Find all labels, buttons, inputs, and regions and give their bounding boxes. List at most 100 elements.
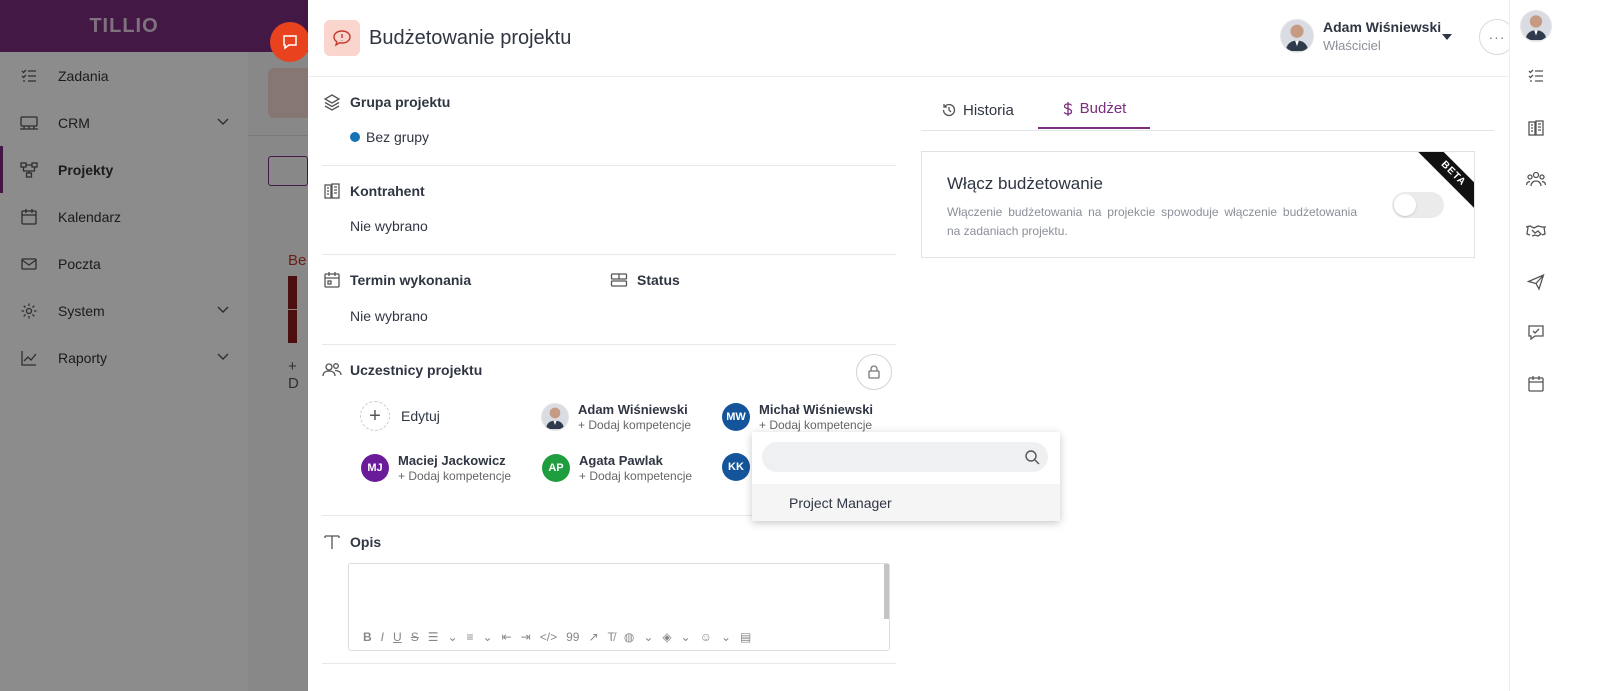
project-modal: Budżetowanie projektu Adam Wiśniewski Wł…	[308, 0, 1538, 691]
chat-bubble-icon	[324, 20, 360, 56]
add-competence-link[interactable]: + Dodaj kompetencje	[579, 469, 692, 483]
participant-name: Agata Pawlak	[579, 453, 663, 468]
avatar: MJ	[361, 454, 389, 482]
quote-button[interactable]: 99	[566, 630, 579, 644]
modal-header: Budżetowanie projektu Adam Wiśniewski Wł…	[308, 0, 1538, 77]
participant-item[interactable]: MW Michał Wiśniewski + Dodaj kompetencje	[722, 402, 873, 432]
numbered-list-button[interactable]: ≡	[467, 630, 474, 644]
participants-label: Uczestnicy projektu	[350, 362, 483, 378]
group-heading: Grupa projektu	[322, 92, 450, 112]
dollar-icon	[1062, 101, 1074, 117]
competence-dropdown: Project Manager	[752, 432, 1060, 521]
competence-search-input[interactable]	[762, 442, 1048, 472]
budget-card: Włącz budżetowanie Włączenie budżetowani…	[921, 151, 1475, 258]
strike-button[interactable]: S	[411, 630, 419, 644]
editor-scrollbar[interactable]	[884, 564, 889, 619]
participant-name: Adam Wiśniewski	[578, 402, 688, 417]
search-icon[interactable]	[1024, 449, 1040, 470]
building-icon	[322, 181, 342, 201]
status-icon	[609, 270, 629, 290]
handshake-icon[interactable]	[1524, 219, 1548, 243]
contractor-section: Kontrahent Nie wybrano	[322, 166, 896, 255]
avatar	[541, 403, 569, 431]
code-button[interactable]: </>	[540, 630, 557, 644]
participants-heading: Uczestnicy projektu	[322, 360, 482, 380]
contractor-heading: Kontrahent	[322, 181, 425, 201]
group-value[interactable]: Bez grupy	[350, 129, 429, 145]
participant-item[interactable]: KK	[722, 453, 750, 481]
participant-name: Michał Wiśniewski	[759, 402, 874, 417]
edit-participants-button[interactable]: + Edytuj	[360, 401, 440, 431]
chat-fab-button[interactable]	[270, 22, 310, 62]
indent-button[interactable]: ⇥	[521, 630, 531, 644]
text-color-button[interactable]: ◍	[624, 630, 634, 644]
calendar-icon	[322, 270, 342, 290]
bullet-list-button[interactable]: ☰	[428, 630, 439, 644]
lock-icon	[868, 365, 880, 379]
comment-check-icon[interactable]	[1524, 321, 1548, 345]
chevron-down-icon[interactable]: ⌄	[483, 630, 493, 644]
calendar-icon[interactable]	[1524, 372, 1548, 396]
budget-toggle[interactable]	[1392, 192, 1444, 218]
contractor-value[interactable]: Nie wybrano	[350, 218, 428, 234]
text-icon	[322, 532, 342, 552]
status-heading: Status	[609, 270, 680, 290]
deadline-heading: Termin wykonania	[322, 270, 471, 290]
deadline-status-section: Termin wykonania Status Nie wybrano	[322, 255, 896, 345]
avatar: AP	[542, 454, 570, 482]
tab-label: Budżet	[1079, 100, 1127, 117]
building-icon[interactable]	[1524, 116, 1548, 140]
paste-button[interactable]: ▤	[740, 630, 751, 644]
italic-button[interactable]: I	[381, 630, 384, 644]
clear-format-button[interactable]: T̸	[608, 630, 615, 644]
description-heading: Opis	[322, 532, 381, 552]
tab-historia[interactable]: Historia	[941, 90, 1014, 130]
user-name: Adam Wiśniewski	[1323, 19, 1442, 35]
deadline-label: Termin wykonania	[350, 272, 472, 288]
add-competence-link[interactable]: + Dodaj kompetencje	[759, 418, 873, 432]
group-section: Grupa projektu Bez grupy	[322, 77, 896, 166]
participant-item[interactable]: AP Agata Pawlak + Dodaj kompetencje	[542, 453, 692, 483]
tasks-icon[interactable]	[1524, 64, 1548, 88]
emoji-button[interactable]: ☺	[700, 630, 712, 644]
lock-participants-button[interactable]	[856, 354, 892, 390]
user-role: Właściciel	[1323, 38, 1381, 53]
budget-title: Włącz budżetowanie	[947, 174, 1103, 193]
chevron-down-icon[interactable]: ⌄	[681, 630, 691, 644]
link-button[interactable]: ↗	[588, 630, 598, 644]
send-icon[interactable]	[1524, 270, 1548, 294]
status-label: Status	[637, 272, 680, 288]
avatar: MW	[722, 403, 750, 431]
chevron-down-icon[interactable]: ⌄	[447, 630, 457, 644]
history-icon	[941, 102, 957, 118]
add-competence-link[interactable]: + Dodaj kompetencje	[578, 418, 691, 432]
bold-button[interactable]: B	[363, 630, 372, 644]
outdent-button[interactable]: ⇤	[502, 630, 512, 644]
caret-down-icon[interactable]	[1442, 34, 1452, 40]
deadline-value[interactable]: Nie wybrano	[350, 308, 428, 324]
chevron-down-icon[interactable]: ⌄	[643, 630, 653, 644]
highlight-button[interactable]: ◈	[662, 630, 671, 644]
tab-label: Historia	[963, 101, 1014, 119]
description-editor[interactable]: B I U S ☰ ⌄ ≡ ⌄ ⇤ ⇥ </> 99 ↗ T̸ ◍ ⌄ ◈ ⌄ …	[348, 563, 890, 651]
budget-description: Włączenie budżetowania na projekcie spow…	[947, 205, 1357, 238]
participant-item[interactable]: Adam Wiśniewski + Dodaj kompetencje	[541, 402, 691, 432]
owner-user[interactable]: Adam Wiśniewski Właściciel	[1280, 19, 1441, 53]
avatar[interactable]	[1520, 10, 1552, 42]
editor-toolbar: B I U S ☰ ⌄ ≡ ⌄ ⇤ ⇥ </> 99 ↗ T̸ ◍ ⌄ ◈ ⌄ …	[363, 630, 751, 644]
layers-icon	[322, 92, 342, 112]
competence-option[interactable]: Project Manager	[752, 484, 1060, 521]
toggle-knob	[1394, 194, 1416, 216]
participant-item[interactable]: MJ Maciej Jackowicz + Dodaj kompetencje	[361, 453, 511, 483]
group-value-text: Bez grupy	[366, 129, 430, 145]
participant-name: Maciej Jackowicz	[398, 453, 506, 468]
contractor-label: Kontrahent	[350, 183, 425, 199]
users-icon[interactable]	[1524, 167, 1548, 191]
underline-button[interactable]: U	[393, 630, 402, 644]
chat-icon	[283, 35, 297, 50]
tab-budzet[interactable]: Budżet	[1038, 90, 1150, 129]
add-competence-link[interactable]: + Dodaj kompetencje	[398, 469, 511, 483]
tab-bar: Historia Budżet	[921, 90, 1494, 131]
avatar	[1280, 19, 1314, 53]
chevron-down-icon[interactable]: ⌄	[721, 630, 731, 644]
